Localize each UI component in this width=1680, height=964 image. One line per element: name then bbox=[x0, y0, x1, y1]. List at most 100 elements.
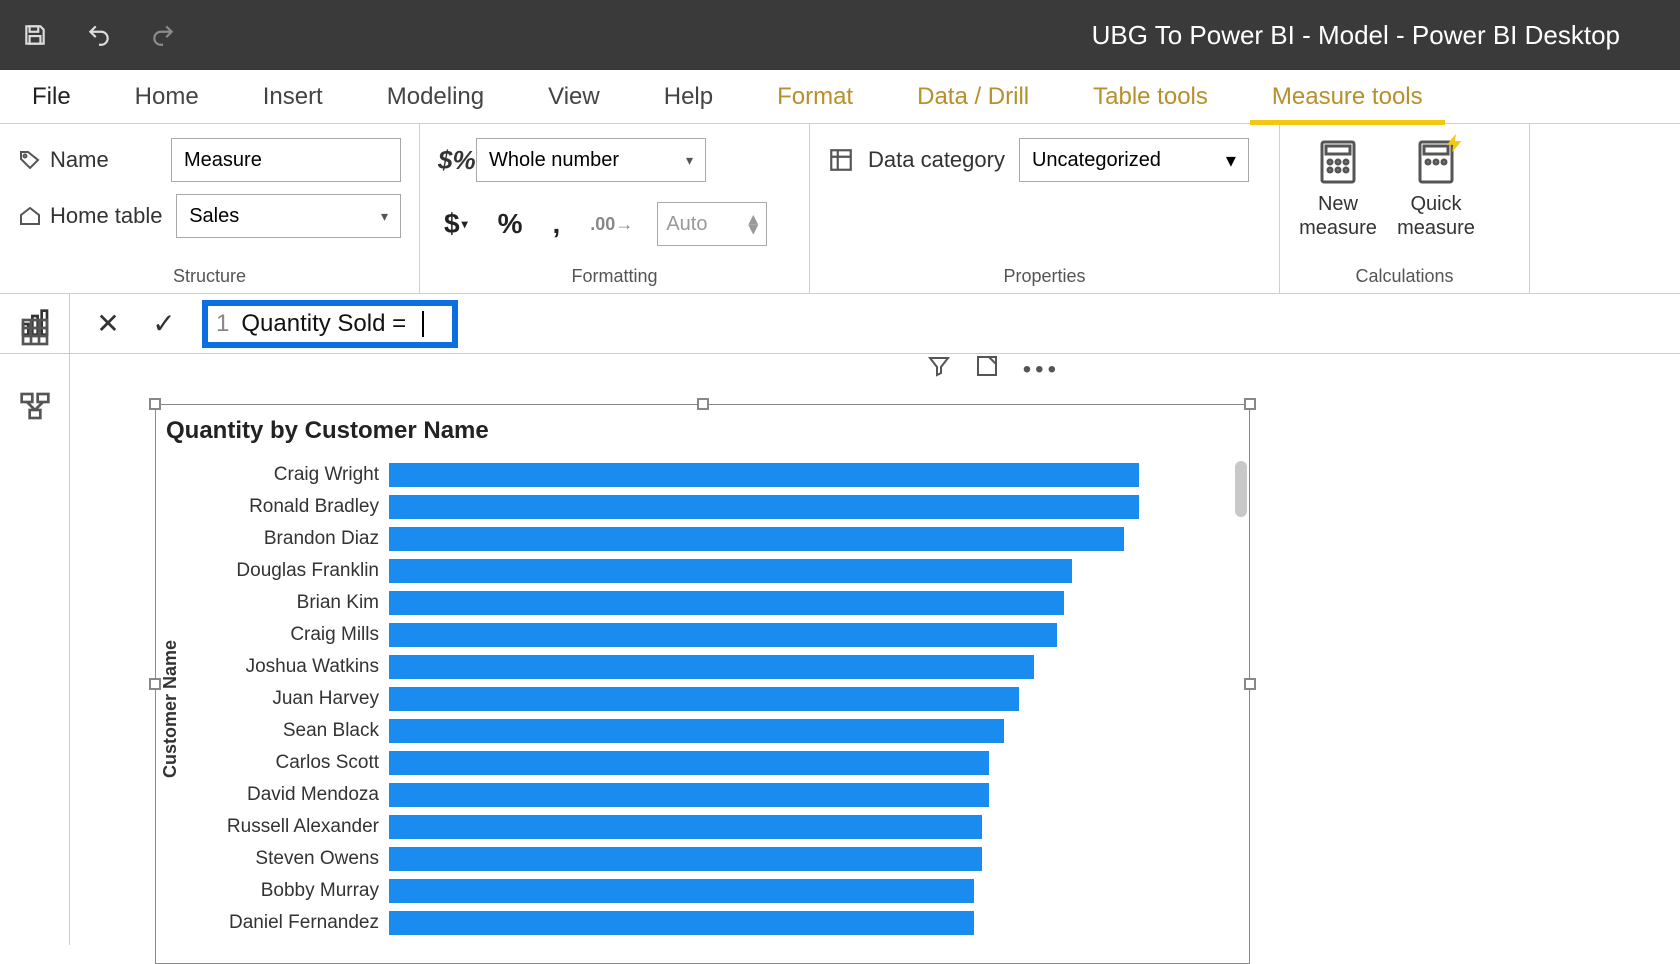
tab-help[interactable]: Help bbox=[642, 70, 735, 124]
chart-bar[interactable] bbox=[389, 879, 974, 903]
tab-view[interactable]: View bbox=[526, 70, 622, 124]
chart-bar[interactable] bbox=[389, 783, 989, 807]
chevron-down-icon: ▾ bbox=[686, 152, 693, 169]
group-label-structure: Structure bbox=[18, 266, 401, 287]
chart-bar-row: Juan Harvey bbox=[189, 683, 1229, 715]
tab-data-drill[interactable]: Data / Drill bbox=[895, 70, 1051, 124]
chart-bar-row: Brandon Diaz bbox=[189, 523, 1229, 555]
currency-button[interactable]: $▾ bbox=[438, 206, 474, 242]
y-axis-label: Daniel Fernandez bbox=[189, 912, 389, 934]
new-measure-button[interactable]: New measure bbox=[1298, 138, 1378, 240]
filter-icon[interactable] bbox=[927, 354, 951, 385]
chart-bar-row: Steven Owens bbox=[189, 843, 1229, 875]
data-view-icon[interactable] bbox=[17, 314, 53, 350]
chart-bar[interactable] bbox=[389, 623, 1057, 647]
chart-bar[interactable] bbox=[389, 559, 1072, 583]
quick-measure-button[interactable]: Quick measure bbox=[1396, 138, 1476, 240]
y-axis-label: Brian Kim bbox=[189, 592, 389, 614]
chart-scrollbar[interactable] bbox=[1235, 455, 1247, 915]
chart-bar-row: Ronald Bradley bbox=[189, 491, 1229, 523]
chart-bar[interactable] bbox=[389, 591, 1064, 615]
quick-measure-label: Quick measure bbox=[1396, 192, 1476, 240]
tab-file[interactable]: File bbox=[10, 70, 93, 124]
save-icon[interactable] bbox=[20, 20, 50, 50]
chart-bar-row: Craig Mills bbox=[189, 619, 1229, 651]
chart-area: Customer Name Craig WrightRonald Bradley… bbox=[156, 455, 1229, 963]
view-switcher bbox=[0, 294, 70, 945]
percent-button[interactable]: % bbox=[492, 206, 529, 242]
y-axis-label: Craig Mills bbox=[189, 624, 389, 646]
chart-bar[interactable] bbox=[389, 527, 1124, 551]
model-view-icon[interactable] bbox=[17, 388, 53, 424]
undo-icon[interactable] bbox=[84, 20, 114, 50]
tab-table-tools[interactable]: Table tools bbox=[1071, 70, 1230, 124]
measure-name-input[interactable] bbox=[171, 138, 401, 182]
chart-title: Quantity by Customer Name bbox=[156, 405, 1249, 451]
data-category-label: Data category bbox=[868, 147, 1005, 173]
thousands-separator-button[interactable]: , bbox=[547, 206, 567, 242]
group-label-formatting: Formatting bbox=[438, 266, 791, 287]
chevron-down-icon: ▾ bbox=[381, 208, 388, 225]
tab-format[interactable]: Format bbox=[755, 70, 875, 124]
chart-bar[interactable] bbox=[389, 815, 982, 839]
chart-bar-row: Sean Black bbox=[189, 715, 1229, 747]
chart-bar[interactable] bbox=[389, 463, 1139, 487]
y-axis-label: Steven Owens bbox=[189, 848, 389, 870]
chart-bar[interactable] bbox=[389, 495, 1139, 519]
y-axis-label: Carlos Scott bbox=[189, 752, 389, 774]
chart-bar[interactable] bbox=[389, 655, 1034, 679]
ribbon-group-properties: Data category Uncategorized ▾ Properties bbox=[810, 124, 1280, 293]
spinner-arrows-icon: ▴▾ bbox=[748, 214, 758, 234]
resize-handle[interactable] bbox=[1244, 398, 1256, 410]
chart-bar-row: Brian Kim bbox=[189, 587, 1229, 619]
chart-bar-row: Craig Wright bbox=[189, 459, 1229, 491]
chart-bar[interactable] bbox=[389, 847, 982, 871]
formula-input[interactable]: 1 Quantity Sold = bbox=[202, 300, 458, 348]
formula-bar-row: ✕ ✓ 1 Quantity Sold = bbox=[0, 294, 1680, 354]
name-label: Name bbox=[18, 147, 159, 173]
ribbon-group-structure: Name Home table Sales ▾ Structure bbox=[0, 124, 420, 293]
new-measure-label: New measure bbox=[1298, 192, 1378, 240]
y-axis-label: Sean Black bbox=[189, 720, 389, 742]
chart-bar-row: Douglas Franklin bbox=[189, 555, 1229, 587]
tab-modeling[interactable]: Modeling bbox=[365, 70, 506, 124]
data-category-select[interactable]: Uncategorized ▾ bbox=[1019, 138, 1249, 182]
resize-handle[interactable] bbox=[697, 398, 709, 410]
chart-bar-row: Russell Alexander bbox=[189, 811, 1229, 843]
resize-handle[interactable] bbox=[149, 398, 161, 410]
ribbon-group-calculations: New measure Quick measure Calculations bbox=[1280, 124, 1530, 293]
report-canvas[interactable]: ••• Quantity by Customer Name Customer N… bbox=[70, 354, 1680, 945]
text-cursor bbox=[422, 311, 424, 337]
group-label-calculations: Calculations bbox=[1298, 266, 1511, 287]
decimals-placeholder: Auto bbox=[666, 213, 707, 236]
format-value: Whole number bbox=[489, 149, 619, 172]
home-table-select[interactable]: Sales ▾ bbox=[176, 194, 401, 238]
chart-bar-row: David Mendoza bbox=[189, 779, 1229, 811]
tab-insert[interactable]: Insert bbox=[241, 70, 345, 124]
chart-bar[interactable] bbox=[389, 719, 1004, 743]
chart-bar[interactable] bbox=[389, 687, 1019, 711]
home-table-label-text: Home table bbox=[50, 203, 163, 229]
y-axis-label: Craig Wright bbox=[189, 464, 389, 486]
ribbon-body: Name Home table Sales ▾ Structure $% bbox=[0, 124, 1680, 294]
tab-measure-tools[interactable]: Measure tools bbox=[1250, 70, 1445, 124]
y-axis-label: Bobby Murray bbox=[189, 880, 389, 902]
decimal-decrease-icon[interactable]: .00→ bbox=[584, 212, 639, 237]
y-axis-label: David Mendoza bbox=[189, 784, 389, 806]
name-label-text: Name bbox=[50, 147, 109, 173]
chart-bar[interactable] bbox=[389, 911, 974, 935]
more-options-icon[interactable]: ••• bbox=[1023, 356, 1060, 384]
formula-commit-button[interactable]: ✓ bbox=[146, 307, 182, 340]
y-axis-label: Juan Harvey bbox=[189, 688, 389, 710]
focus-mode-icon[interactable] bbox=[975, 354, 999, 385]
redo-icon[interactable] bbox=[148, 20, 178, 50]
formula-cancel-button[interactable]: ✕ bbox=[90, 307, 126, 340]
chart-bars: Craig Wright Ronald BradleyBrandon DiazDo… bbox=[189, 455, 1229, 963]
format-select[interactable]: Whole number ▾ bbox=[476, 138, 706, 182]
decimal-places-stepper[interactable]: Auto ▴▾ bbox=[657, 202, 767, 246]
scroll-thumb[interactable] bbox=[1235, 461, 1247, 517]
chart-bar[interactable] bbox=[389, 751, 989, 775]
home-table-label: Home table bbox=[18, 203, 164, 229]
tab-home[interactable]: Home bbox=[113, 70, 221, 124]
bar-chart-visual[interactable]: Quantity by Customer Name Customer Name … bbox=[155, 404, 1250, 964]
